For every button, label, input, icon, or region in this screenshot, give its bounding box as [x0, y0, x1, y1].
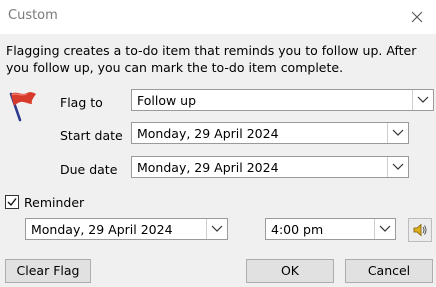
- close-icon: [411, 11, 423, 23]
- reminder-time-dropdown-button[interactable]: [374, 219, 395, 239]
- red-flag-icon: [9, 92, 36, 122]
- start-date-combo[interactable]: Monday, 29 April 2024: [131, 122, 409, 144]
- chevron-down-icon: [379, 225, 391, 232]
- ok-button[interactable]: OK: [246, 259, 334, 283]
- due-date-combo[interactable]: Monday, 29 April 2024: [131, 156, 409, 178]
- chevron-down-icon: [417, 96, 429, 103]
- flag-to-dropdown-button[interactable]: [412, 90, 433, 110]
- speaker-icon: [413, 223, 427, 237]
- chevron-down-icon: [392, 163, 404, 170]
- flag-to-combo[interactable]: Follow up: [131, 89, 434, 111]
- flag-to-label: Flag to: [60, 95, 103, 110]
- start-date-label: Start date: [60, 128, 123, 143]
- reminder-date-dropdown-button[interactable]: [206, 219, 227, 239]
- window-title: Custom: [8, 8, 58, 23]
- cancel-button[interactable]: Cancel: [345, 259, 433, 283]
- due-date-label: Due date: [60, 162, 118, 177]
- start-date-value: Monday, 29 April 2024: [137, 126, 279, 141]
- close-button[interactable]: [404, 4, 430, 30]
- reminder-sound-button[interactable]: [408, 218, 432, 242]
- reminder-date-value: Monday, 29 April 2024: [31, 222, 173, 237]
- due-date-value: Monday, 29 April 2024: [137, 160, 279, 175]
- reminder-label: Reminder: [24, 195, 85, 210]
- description-text: Flagging creates a to-do item that remin…: [6, 43, 417, 75]
- chevron-down-icon: [211, 225, 223, 232]
- title-bar: Custom: [0, 0, 436, 34]
- chevron-down-icon: [392, 129, 404, 136]
- due-date-dropdown-button[interactable]: [387, 157, 408, 177]
- reminder-time-value: 4:00 pm: [271, 222, 324, 237]
- clear-flag-button[interactable]: Clear Flag: [5, 259, 91, 283]
- reminder-date-combo[interactable]: Monday, 29 April 2024: [25, 218, 228, 240]
- start-date-dropdown-button[interactable]: [387, 123, 408, 143]
- reminder-time-combo[interactable]: 4:00 pm: [265, 218, 396, 240]
- reminder-checkbox[interactable]: [5, 195, 19, 209]
- flag-to-value: Follow up: [137, 93, 197, 108]
- checkmark-icon: [7, 198, 17, 207]
